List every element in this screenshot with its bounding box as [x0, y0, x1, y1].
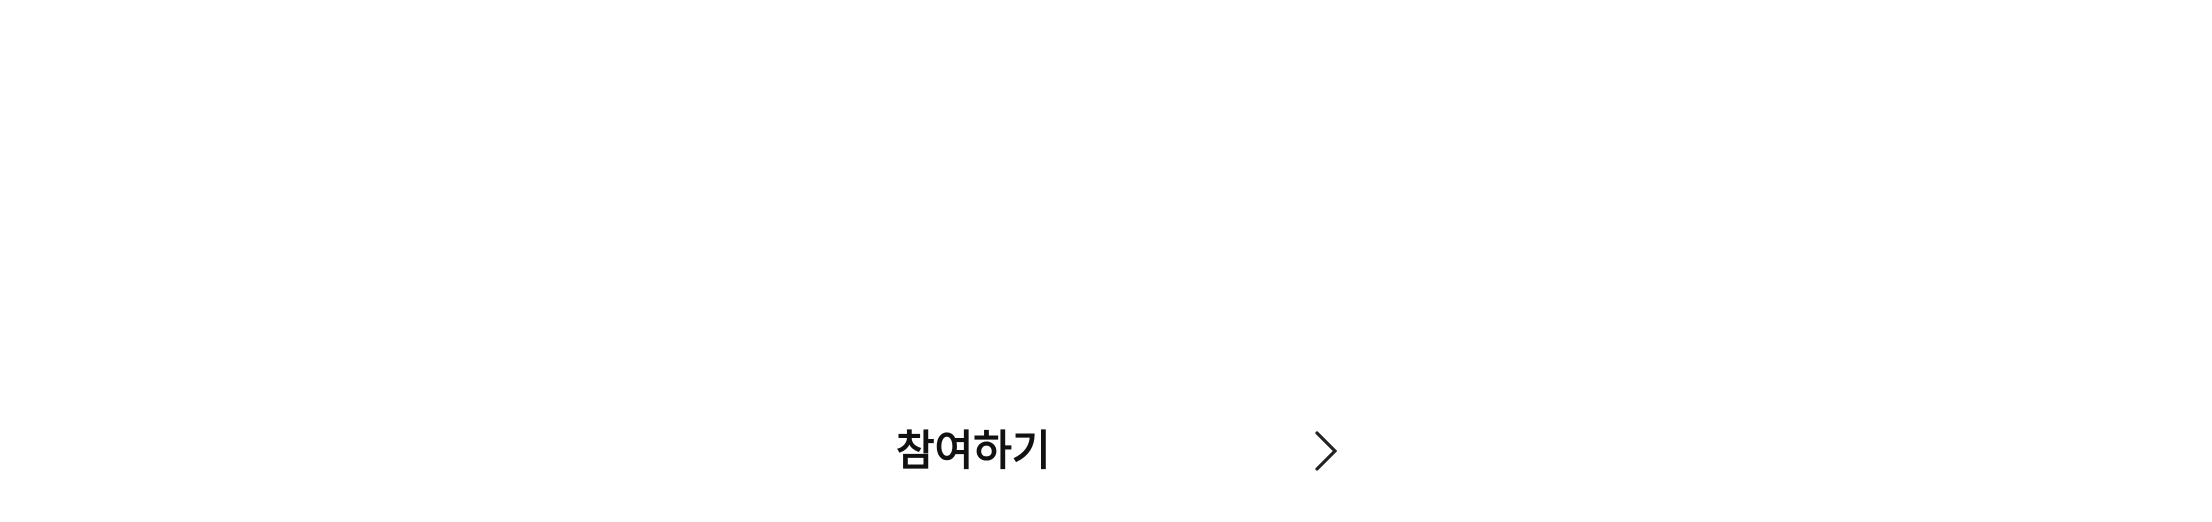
- join-label: 참여하기: [896, 426, 1051, 475]
- chevron-right-icon: [1312, 429, 1340, 473]
- page: 참여하기: [0, 0, 2212, 522]
- join-button[interactable]: 참여하기: [896, 418, 1340, 484]
